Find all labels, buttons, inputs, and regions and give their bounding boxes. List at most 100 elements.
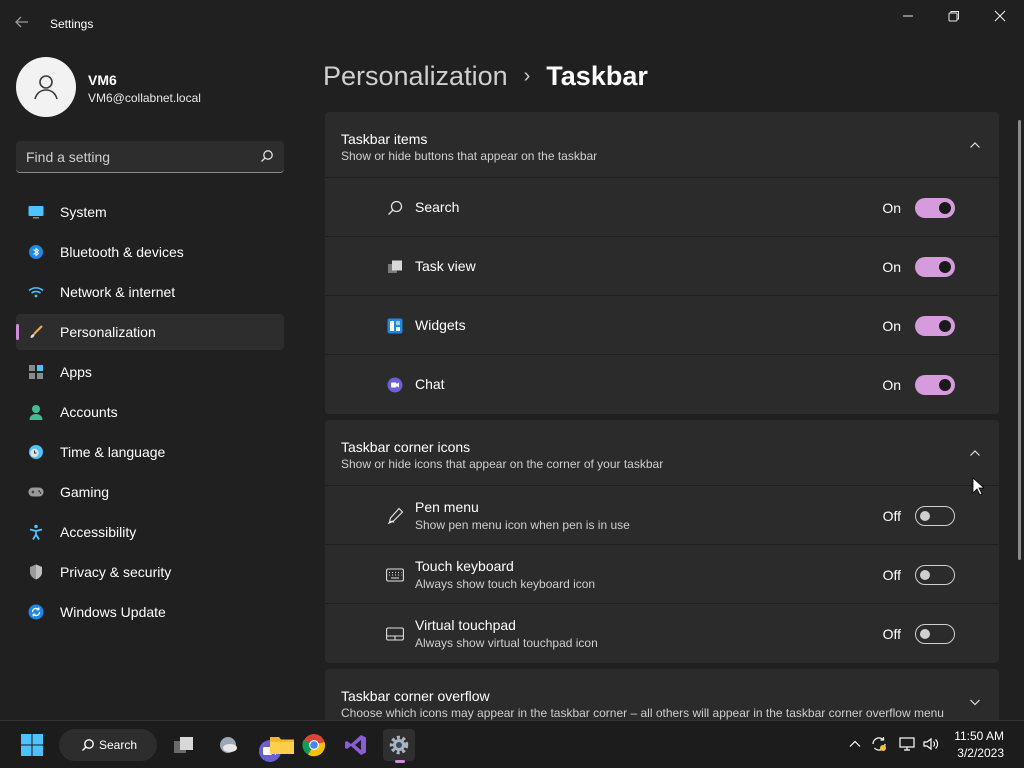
- setting-row-search: Search On: [325, 178, 999, 237]
- apps-icon: [28, 364, 44, 380]
- taskbar-corner-icons-header[interactable]: Taskbar corner icons Show or hide icons …: [325, 420, 999, 486]
- settings-content: Taskbar items Show or hide buttons that …: [325, 112, 999, 729]
- search-toggle[interactable]: [915, 198, 955, 218]
- restore-button[interactable]: [931, 0, 977, 32]
- toggle-knob: [939, 202, 951, 214]
- sidebar-item-label: Accessibility: [60, 524, 137, 540]
- toggle-state-text: On: [882, 200, 901, 216]
- toggle-knob: [920, 570, 930, 580]
- sidebar-item-label: Apps: [60, 364, 92, 380]
- setting-row-chat: Chat On: [325, 355, 999, 414]
- bluetooth-icon: [28, 244, 44, 260]
- chrome-button[interactable]: [298, 729, 330, 761]
- toggle-knob: [939, 261, 951, 273]
- clock-globe-icon: [28, 444, 44, 460]
- sidebar-item-personalization[interactable]: Personalization: [16, 314, 284, 350]
- folder-icon: [270, 737, 294, 754]
- toggle-state-text: Off: [882, 508, 901, 524]
- sidebar-item-apps[interactable]: Apps: [16, 354, 284, 390]
- widgets-button[interactable]: [212, 729, 244, 761]
- clock-date[interactable]: 3/2/2023: [957, 746, 1004, 760]
- toggle-state-text: Off: [882, 567, 901, 583]
- chat-icon: [386, 376, 404, 394]
- taskbar-search-button[interactable]: Search: [59, 729, 157, 761]
- toggle-state-text: On: [882, 377, 901, 393]
- clock-time[interactable]: 11:50 AM: [954, 729, 1004, 743]
- task-view-button[interactable]: [167, 729, 199, 761]
- taskbar-search-label: Search: [99, 738, 138, 752]
- close-icon: [994, 10, 1006, 22]
- sidebar-item-label: Gaming: [60, 484, 110, 500]
- search-icon: [386, 199, 404, 217]
- chevron-up-icon[interactable]: [969, 447, 981, 459]
- file-explorer-button[interactable]: [266, 729, 298, 761]
- taskbar-items-header[interactable]: Taskbar items Show or hide buttons that …: [325, 112, 999, 178]
- minimize-button[interactable]: [885, 0, 931, 32]
- sidebar-item-network[interactable]: Network & internet: [16, 274, 284, 310]
- pen-icon: [386, 507, 404, 525]
- gear-icon: [389, 735, 409, 755]
- accessibility-icon: [28, 524, 44, 540]
- task-view-toggle[interactable]: [915, 257, 955, 277]
- section-title: Taskbar corner overflow: [341, 688, 490, 704]
- sidebar-item-gaming[interactable]: Gaming: [16, 474, 284, 510]
- sidebar-item-label: Bluetooth & devices: [60, 244, 184, 260]
- person-icon: [28, 404, 44, 420]
- breadcrumb: Personalization › Taskbar: [323, 58, 648, 94]
- paintbrush-icon: [28, 324, 44, 340]
- sidebar-item-label: Accounts: [60, 404, 118, 420]
- active-app-indicator: [395, 760, 405, 763]
- setting-row-task-view: Task view On: [325, 237, 999, 296]
- close-button[interactable]: [977, 0, 1023, 32]
- sidebar-item-label: Network & internet: [60, 284, 176, 300]
- sidebar-item-label: Privacy & security: [60, 564, 172, 580]
- sidebar-item-label: Windows Update: [60, 604, 166, 620]
- sidebar-item-windows-update[interactable]: Windows Update: [16, 594, 284, 630]
- page-title: Taskbar: [546, 60, 648, 91]
- volume-icon[interactable]: [922, 735, 940, 753]
- search-input[interactable]: [26, 141, 246, 172]
- sidebar-item-accounts[interactable]: Accounts: [16, 394, 284, 430]
- pen-menu-toggle[interactable]: [915, 506, 955, 526]
- avatar[interactable]: [16, 57, 76, 117]
- setting-description: Always show virtual touchpad icon: [415, 636, 598, 650]
- chat-toggle[interactable]: [915, 375, 955, 395]
- shield-icon: [28, 564, 44, 580]
- chevron-up-icon[interactable]: [969, 139, 981, 151]
- widgets-icon: [386, 317, 404, 335]
- sidebar-item-time-language[interactable]: Time & language: [16, 434, 284, 470]
- mouse-cursor-icon: [972, 477, 984, 496]
- user-name: VM6: [88, 72, 117, 88]
- breadcrumb-parent[interactable]: Personalization: [323, 61, 508, 92]
- sidebar-item-system[interactable]: System: [16, 194, 284, 230]
- settings-app-button[interactable]: [383, 729, 415, 763]
- sidebar-item-label: Time & language: [60, 444, 166, 460]
- section-title: Taskbar corner icons: [341, 439, 471, 455]
- sidebar-item-privacy-security[interactable]: Privacy & security: [16, 554, 284, 590]
- visual-studio-button[interactable]: [340, 729, 372, 761]
- back-arrow-icon[interactable]: [14, 14, 34, 34]
- start-button[interactable]: [16, 729, 48, 761]
- sidebar-item-bluetooth[interactable]: Bluetooth & devices: [16, 234, 284, 270]
- search-box[interactable]: [16, 141, 284, 173]
- user-silhouette-icon: [34, 75, 58, 100]
- chevron-down-icon[interactable]: [969, 696, 981, 708]
- taskbar-items-section: Taskbar items Show or hide buttons that …: [325, 112, 999, 414]
- chevron-up-icon[interactable]: [846, 735, 864, 753]
- setting-description: Show pen menu icon when pen is in use: [415, 518, 630, 532]
- search-icon[interactable]: [260, 149, 274, 163]
- setting-label: Virtual touchpad: [415, 617, 516, 633]
- section-title: Taskbar items: [341, 131, 428, 147]
- sync-icon[interactable]: [870, 735, 888, 753]
- virtual-touchpad-toggle[interactable]: [915, 624, 955, 644]
- task-view-icon: [386, 258, 404, 276]
- weather-widget-icon: [220, 737, 237, 753]
- sidebar-item-accessibility[interactable]: Accessibility: [16, 514, 284, 550]
- wifi-icon: [28, 284, 44, 300]
- touch-keyboard-toggle[interactable]: [915, 565, 955, 585]
- widgets-toggle[interactable]: [915, 316, 955, 336]
- scrollbar[interactable]: [1018, 120, 1021, 560]
- setting-label: Search: [415, 199, 460, 215]
- network-icon[interactable]: [898, 735, 916, 753]
- task-view-icon: [174, 737, 193, 753]
